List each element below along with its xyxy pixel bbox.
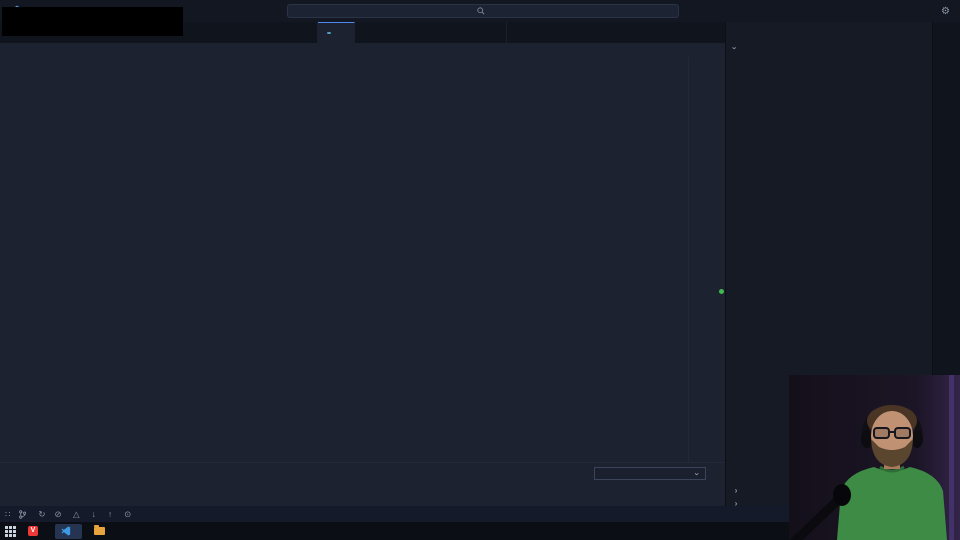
- webcam-overlay: [789, 375, 960, 540]
- search-icon: [477, 7, 485, 15]
- settings-gear-icon[interactable]: ⚙: [941, 6, 950, 17]
- folder-icon: [94, 525, 105, 535]
- git-branch-item[interactable]: [19, 509, 29, 519]
- al-file-icon: [327, 32, 331, 34]
- sidebar-section-github-algo[interactable]: ›: [726, 40, 932, 56]
- timer-overlay: [2, 7, 183, 36]
- breadcrumb: [0, 43, 725, 57]
- vscode-icon: [61, 526, 71, 536]
- titlebar-far-icons: ⚙: [941, 0, 950, 22]
- taskbar-item-files[interactable]: [88, 524, 111, 539]
- vivaldi-icon: V: [28, 526, 38, 536]
- remote-indicator-icon[interactable]: ∷: [5, 509, 10, 520]
- dot-icon: ⊙: [124, 508, 132, 519]
- warning-icon: △: [73, 508, 80, 519]
- code-editor[interactable]: [0, 57, 688, 462]
- app-launcher-icon[interactable]: [5, 525, 16, 537]
- output-channel-dropdown[interactable]: ›: [594, 467, 706, 480]
- branch-icon: [19, 509, 27, 519]
- tab-al-page-designer[interactable]: [355, 22, 507, 43]
- editor-scrollbar[interactable]: [714, 57, 725, 462]
- incoming-changes-item[interactable]: ↓: [92, 509, 99, 519]
- tab-writeoffcustintojournal[interactable]: [318, 22, 355, 43]
- outgoing-changes-item[interactable]: ↑: [108, 509, 115, 519]
- minimap[interactable]: [688, 57, 714, 462]
- chevron-down-icon: ›: [730, 46, 740, 50]
- notification-dot: [719, 289, 724, 294]
- sync-count-item[interactable]: ⊙: [124, 509, 134, 520]
- arrow-down-icon: ↓: [91, 509, 96, 519]
- problems-item[interactable]: ⊘ △: [55, 509, 83, 520]
- chevron-right-icon: ›: [734, 484, 738, 495]
- sidebar-title: [726, 22, 932, 40]
- chevron-down-icon: ›: [692, 472, 703, 475]
- webcam-video: [789, 375, 960, 540]
- taskbar-item-vscode[interactable]: [55, 523, 82, 539]
- arrow-up-icon: ↑: [107, 509, 113, 519]
- vscode-window: ← → ⚙: [0, 0, 960, 540]
- bottom-panel: ›: [0, 462, 725, 506]
- error-icon: ⊘: [54, 508, 62, 519]
- statusbar-right: [714, 506, 728, 522]
- taskbar-item-browser[interactable]: V: [22, 524, 49, 539]
- sync-icon[interactable]: ↻: [38, 509, 45, 520]
- panel-controls: ›: [594, 467, 715, 480]
- command-center[interactable]: [287, 4, 679, 18]
